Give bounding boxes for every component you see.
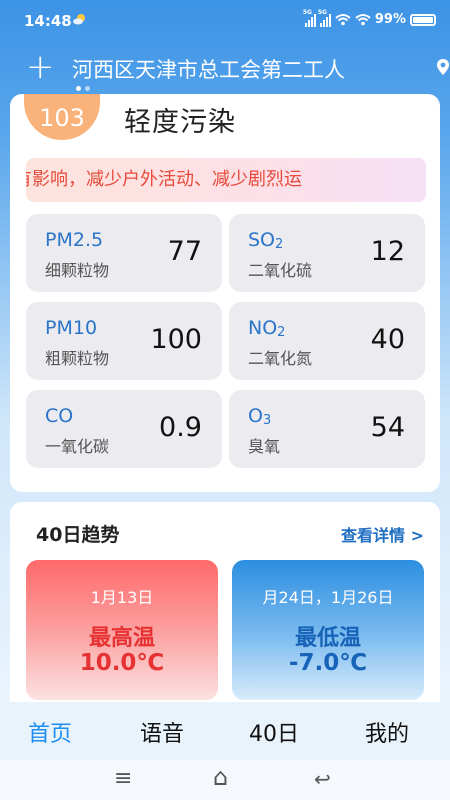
pollutant-tile-no2: NO2 二氧化氮 40 <box>229 302 425 380</box>
wifi-icon <box>335 14 351 26</box>
location-pin-icon[interactable] <box>436 58 450 76</box>
back-icon[interactable]: ↩ <box>314 767 331 791</box>
battery-percent: 99% <box>374 12 406 27</box>
min-temp-date: 月24日，1月26日 <box>262 588 394 607</box>
min-temp-label: 最低温 <box>294 626 361 651</box>
pollutant-value: 77 <box>167 236 202 267</box>
signal-icon: 5G <box>303 9 316 27</box>
pollutant-name: CO <box>45 405 74 427</box>
home-icon[interactable]: ⌂ <box>213 763 228 791</box>
pollutant-name: PM10 <box>45 317 98 339</box>
header: + 河西区天津市总工会第二工人 <box>0 48 450 88</box>
weather-icon <box>73 14 85 25</box>
location-title[interactable]: 河西区天津市总工会第二工人 <box>72 54 424 84</box>
pollutant-name: SO <box>248 229 276 251</box>
pollutant-tile-so2: SO2 二氧化硫 12 <box>229 214 425 292</box>
signal-icon: 5G <box>318 9 331 27</box>
wifi-icon <box>355 14 371 26</box>
pollutant-tile-co: CO 一氧化碳 0.9 <box>26 390 222 468</box>
bottom-tab-bar: 首页 语音 40日 我的 <box>0 702 450 760</box>
pollutant-tile-pm25: PM2.5 细颗粒物 77 <box>26 214 222 292</box>
aqi-level: 轻度污染 <box>124 107 236 138</box>
max-temp-card[interactable]: 1月13日 最高温 10.0℃ <box>26 560 218 700</box>
pollutant-tile-pm10: PM10 粗颗粒物 100 <box>26 302 222 380</box>
min-temp-card[interactable]: 月24日，1月26日 最低温 -7.0℃ <box>232 560 424 700</box>
battery-icon <box>410 13 436 26</box>
pollutant-desc: 粗颗粒物 <box>45 349 110 368</box>
system-nav-bar: ≡ ⌂ ↩ <box>0 760 450 800</box>
max-temp-label: 最高温 <box>88 626 155 651</box>
pollutant-value: 12 <box>370 236 405 267</box>
trend-title: 40日趋势 <box>36 524 120 546</box>
max-temp-date: 1月13日 <box>90 588 154 607</box>
tab-home[interactable]: 首页 <box>28 716 72 748</box>
pollutant-desc: 二氧化硫 <box>248 261 313 280</box>
pollutant-value: 0.9 <box>159 412 202 443</box>
air-quality-card: 103 轻度污染 有影响，减少户外活动、减少剧烈运 PM2.5 细颗粒物 77 … <box>10 94 440 492</box>
pollutant-desc: 一氧化碳 <box>45 437 110 456</box>
pollutant-value: 54 <box>370 412 405 443</box>
pollutant-desc: 臭氧 <box>248 437 281 456</box>
pollutant-value: 100 <box>150 324 202 355</box>
pollutant-value: 40 <box>370 324 405 355</box>
health-advice: 有影响，减少户外活动、减少剧烈运 <box>26 158 426 202</box>
page-indicator <box>76 86 90 91</box>
pollutant-name: PM2.5 <box>45 229 104 251</box>
aqi-badge: 103 <box>24 94 100 140</box>
tab-40-day[interactable]: 40日 <box>249 716 299 748</box>
max-temp-value: 10.0℃ <box>79 650 165 676</box>
pollutant-tile-o3: O3 臭氧 54 <box>229 390 425 468</box>
pollutant-name: O <box>248 405 263 427</box>
pollutant-name: NO <box>248 317 278 339</box>
view-details-link[interactable]: 查看详情 > <box>341 522 424 546</box>
tab-voice[interactable]: 语音 <box>140 716 184 748</box>
status-bar: 14:48 5G 5G 99% <box>0 0 450 44</box>
pollutant-desc: 细颗粒物 <box>45 261 110 280</box>
menu-icon[interactable]: ≡ <box>114 766 132 791</box>
tab-mine[interactable]: 我的 <box>365 716 409 748</box>
forty-day-trend-card: 40日趋势 查看详情 > 1月13日 最高温 10.0℃ 月24日，1月26日 … <box>10 502 440 714</box>
add-city-button[interactable]: + <box>26 48 55 86</box>
min-temp-value: -7.0℃ <box>288 650 368 676</box>
pollutant-desc: 二氧化氮 <box>248 349 313 368</box>
status-time: 14:48 <box>24 12 72 30</box>
